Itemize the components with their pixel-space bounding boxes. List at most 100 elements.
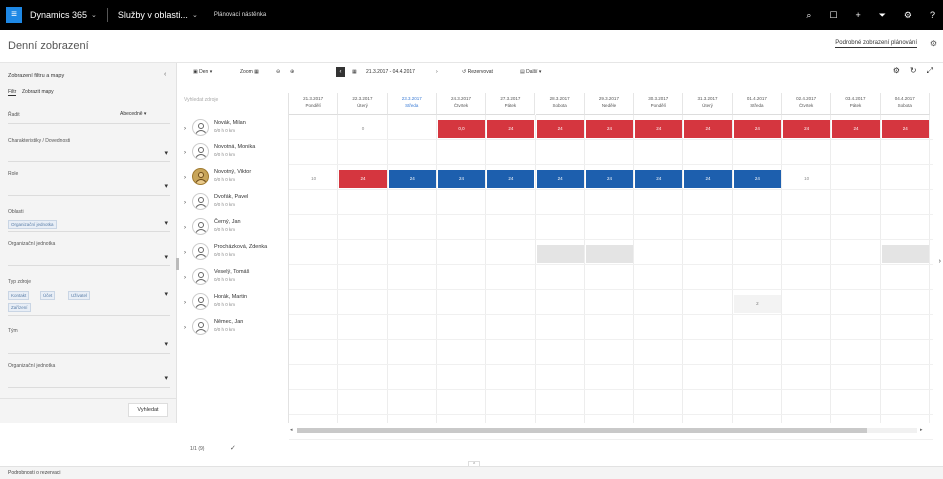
column-header[interactable]: 29.3.2017 Neděle xyxy=(584,93,635,115)
reserve-button[interactable]: ↺ Rezervovat xyxy=(462,69,493,79)
column-header[interactable]: 02.4.2017 Čtvrtek xyxy=(782,93,832,115)
resource-row[interactable]: › Procházková, Zdenka 0/0 h 0 km xyxy=(184,241,288,265)
schedule-cell[interactable]: 24 xyxy=(684,170,732,188)
next-icon[interactable]: › xyxy=(436,69,438,79)
column-header[interactable]: 23.3.2017 Středa xyxy=(387,93,437,115)
schedule-cell[interactable]: 24 xyxy=(783,120,831,138)
column-header[interactable]: 04.4.2017 Sobota xyxy=(880,93,930,115)
search-icon[interactable]: ⌕ xyxy=(806,10,811,21)
resource-type-select[interactable]: ▾ xyxy=(8,289,170,301)
column-header[interactable]: 24.3.2017 Čtvrtek xyxy=(436,93,487,115)
org-unit-select[interactable]: ▾ xyxy=(8,252,170,264)
schedule-cell[interactable]: 24 xyxy=(388,170,436,188)
expand-caret-icon[interactable]: › xyxy=(184,225,186,231)
role-select[interactable]: ▾ xyxy=(8,181,170,193)
collapse-icon[interactable]: ‹ xyxy=(164,71,166,78)
schedule-cell[interactable]: 24 xyxy=(487,120,535,138)
resource-type-chip[interactable]: Zařízení xyxy=(8,303,31,312)
tab-map[interactable]: Zobrazit mapy xyxy=(22,89,54,95)
schedule-cell[interactable]: 24 xyxy=(881,120,929,138)
schedule-cell[interactable]: 24 xyxy=(635,170,683,188)
column-header[interactable]: 30.3.2017 Pondělí xyxy=(634,93,684,115)
breadcrumb[interactable]: Plánovací nástěnka xyxy=(214,12,266,18)
area-title[interactable]: Služby v oblasti... xyxy=(118,10,188,20)
zoom-in-icon[interactable]: ⊕ xyxy=(290,69,294,79)
schedule-cell[interactable]: 24 xyxy=(536,120,584,138)
column-header[interactable]: 03.4.2017 Pátek xyxy=(831,93,881,115)
scroll-left-icon[interactable]: ◂ xyxy=(290,427,293,433)
schedule-cell[interactable]: 24 xyxy=(487,170,535,188)
expand-caret-icon[interactable]: › xyxy=(184,250,186,256)
schedule-cell[interactable] xyxy=(881,245,929,263)
resource-row[interactable]: › Němec, Jan 0/0 h 0 km xyxy=(184,316,288,340)
gear-icon[interactable]: ⚙ xyxy=(930,39,937,48)
resource-row[interactable]: › Horák, Martin 0/0 h 0 km xyxy=(184,291,288,315)
schedule-cell[interactable] xyxy=(536,245,584,263)
expand-icon[interactable]: ⤢ xyxy=(927,66,933,76)
schedule-cell[interactable]: 2 xyxy=(733,295,781,313)
tab-filter[interactable]: Filtr xyxy=(8,89,17,96)
schedule-cell[interactable]: 24 xyxy=(585,120,634,138)
date-range[interactable]: 21.3.2017 - 04.4.2017 xyxy=(366,69,415,79)
column-header[interactable]: 27.3.2017 Pátek xyxy=(486,93,536,115)
pane-splitter[interactable] xyxy=(176,258,179,270)
expand-caret-icon[interactable]: › xyxy=(184,300,186,306)
sort-select[interactable]: Abecedně ▾ xyxy=(120,111,146,117)
column-header[interactable]: 21.3.2017 Pondělí xyxy=(289,93,339,115)
expand-caret-icon[interactable]: › xyxy=(184,200,186,206)
schedule-cell[interactable]: 24 xyxy=(832,120,880,138)
skills-select[interactable]: ▾ xyxy=(8,148,170,160)
task-icon[interactable]: ☐ xyxy=(829,10,837,21)
expand-caret-icon[interactable]: › xyxy=(184,150,186,156)
expand-caret-icon[interactable]: › xyxy=(184,275,186,281)
expand-caret-icon[interactable]: › xyxy=(184,175,186,181)
resource-row[interactable]: › Dvořák, Pavel 0/0 h 0 km xyxy=(184,191,288,215)
search-button[interactable]: Vyhledat xyxy=(128,403,168,417)
detail-view-link[interactable]: Podrobné zobrazení plánování xyxy=(835,40,917,48)
schedule-cell[interactable]: 10 xyxy=(783,170,830,188)
scrollbar-thumb[interactable] xyxy=(297,428,867,433)
schedule-cell[interactable]: 10 xyxy=(290,170,337,188)
previous-icon[interactable]: ‹ xyxy=(336,67,345,77)
schedule-cell[interactable]: 24 xyxy=(733,170,781,188)
schedule-cell[interactable]: 0,0 xyxy=(437,120,486,138)
schedule-cell[interactable] xyxy=(585,245,634,263)
resource-search-input[interactable]: Vyhledat zdroje xyxy=(184,97,284,103)
calendar-icon[interactable]: ▦ xyxy=(352,69,357,79)
schedule-cell[interactable]: 24 xyxy=(635,120,683,138)
add-icon[interactable]: + xyxy=(855,10,860,20)
resource-row[interactable]: › Veselý, Tomáš 0/0 h 0 km xyxy=(184,266,288,290)
app-launcher-icon[interactable]: ≡ xyxy=(6,7,22,23)
more-button[interactable]: ▤ Další ▾ xyxy=(520,69,541,79)
resource-row[interactable]: › Novotná, Monika 0/0 h 0 km xyxy=(184,141,288,165)
column-header[interactable]: 01.4.2017 Středa xyxy=(732,93,782,115)
refresh-icon[interactable]: ↻ xyxy=(910,66,917,76)
schedule-cell[interactable]: 24 xyxy=(536,170,584,188)
resource-row[interactable]: › Černý, Jan 0/0 h 0 km xyxy=(184,216,288,240)
settings-icon[interactable]: ⚙ xyxy=(904,10,912,21)
column-header[interactable]: 28.3.2017 Sobota xyxy=(535,93,585,115)
details-bar[interactable]: Podrobnosti o rezervaci xyxy=(0,466,943,479)
schedule-cell[interactable]: 24 xyxy=(733,120,781,138)
column-header[interactable]: 22.3.2017 Úterý xyxy=(338,93,388,115)
check-icon[interactable]: ✓ xyxy=(230,444,236,452)
brand-chevron-icon[interactable]: ⌄ xyxy=(91,11,97,19)
expand-caret-icon[interactable]: › xyxy=(184,126,186,132)
day-view-select[interactable]: ▣ Den ▾ xyxy=(193,69,212,79)
schedule-cell[interactable]: 24 xyxy=(585,170,634,188)
expand-caret-icon[interactable]: › xyxy=(184,325,186,331)
schedule-cell[interactable]: 24 xyxy=(437,170,486,188)
area-chevron-icon[interactable]: ⌄ xyxy=(192,11,198,19)
help-icon[interactable]: ? xyxy=(930,10,935,20)
scroll-right-icon[interactable]: ▸ xyxy=(920,427,923,433)
schedule-cell[interactable]: 24 xyxy=(684,120,732,138)
filter-icon[interactable]: ⏷ xyxy=(879,10,886,21)
settings-icon[interactable]: ⚙ xyxy=(893,66,900,76)
expand-right-icon[interactable]: › xyxy=(939,258,941,265)
column-header[interactable]: 31.3.2017 Úterý xyxy=(683,93,733,115)
team-select[interactable]: ▾ xyxy=(8,339,170,351)
zoom-control[interactable]: Zoom ▦ xyxy=(240,69,259,79)
brand-title[interactable]: Dynamics 365 xyxy=(30,10,87,20)
horizontal-scrollbar[interactable] xyxy=(297,428,917,433)
schedule-cell[interactable]: 0 xyxy=(339,120,386,138)
